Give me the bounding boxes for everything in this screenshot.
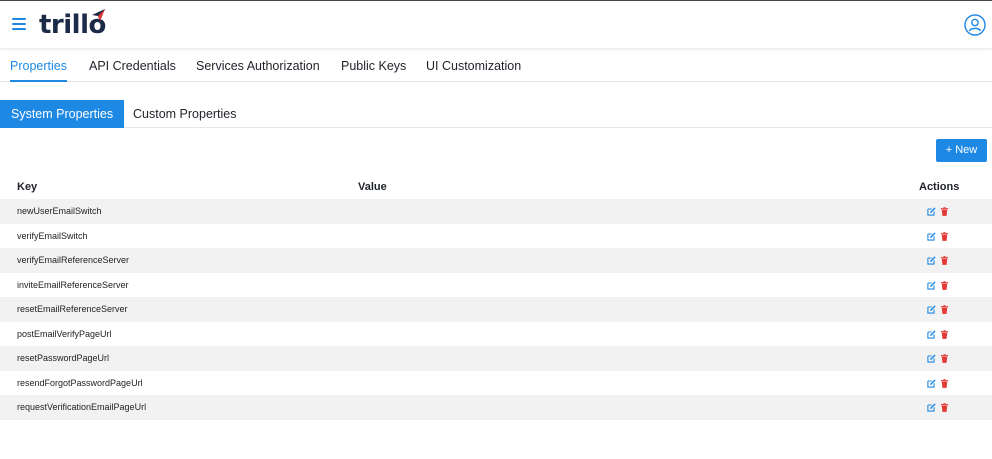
new-button[interactable]: + New [936, 139, 987, 162]
table-header: Key Value Actions [0, 175, 992, 199]
top-bar: trillo [0, 0, 992, 48]
row-key: newUserEmailSwitch [17, 206, 102, 216]
menu-icon[interactable] [12, 18, 26, 30]
table-row: resetPasswordPageUrl [0, 346, 992, 371]
edit-icon[interactable] [927, 231, 936, 241]
table-row: verifyEmailSwitch [0, 224, 992, 249]
subtab-system-properties[interactable]: System Properties [0, 100, 125, 128]
table-row: requestVerificationEmailPageUrl [0, 395, 992, 420]
edit-icon[interactable] [927, 207, 936, 216]
trash-icon[interactable] [940, 403, 949, 412]
paper-plane-icon [92, 9, 105, 21]
trash-icon[interactable] [940, 354, 949, 363]
edit-icon[interactable] [927, 403, 936, 412]
edit-icon[interactable] [927, 305, 936, 314]
row-key: requestVerificationEmailPageUrl [17, 402, 147, 412]
edit-icon[interactable] [927, 256, 936, 265]
table-row: verifyEmailReferenceServer [0, 248, 992, 273]
table-row: postEmailVerifyPageUrl [0, 322, 992, 347]
tab-ui-customization[interactable]: UI Customization [426, 48, 521, 82]
column-header-actions: Actions [919, 181, 960, 193]
row-key: resetPasswordPageUrl [17, 353, 110, 363]
trash-icon[interactable] [940, 207, 949, 216]
edit-icon[interactable] [927, 354, 936, 363]
table-row: resendForgotPasswordPageUrl [0, 371, 992, 396]
row-key: resetEmailReferenceServer [17, 304, 128, 314]
table-row: newUserEmailSwitch [0, 199, 992, 224]
tab-services-authorization[interactable]: Services Authorization [196, 48, 320, 82]
table-row: inviteEmailReferenceServer [0, 273, 992, 298]
tab-properties[interactable]: Properties [10, 48, 67, 82]
trash-icon[interactable] [940, 305, 949, 314]
subtab-custom-properties[interactable]: Custom Properties [133, 100, 237, 128]
table-row: resetEmailReferenceServer [0, 297, 992, 322]
trash-icon[interactable] [940, 256, 949, 265]
row-key: inviteEmailReferenceServer [17, 279, 129, 290]
row-key: verifyEmailSwitch [17, 230, 88, 241]
trash-icon[interactable] [940, 378, 949, 388]
trash-icon[interactable] [940, 280, 949, 290]
main-tabs: Properties API Credentials Services Auth… [0, 48, 992, 82]
row-key: postEmailVerifyPageUrl [17, 328, 112, 339]
tab-api-credentials[interactable]: API Credentials [89, 48, 176, 82]
column-header-value: Value [358, 181, 387, 193]
trash-icon[interactable] [940, 329, 949, 339]
column-header-key: Key [17, 181, 38, 193]
sub-tabs: System Properties Custom Properties [0, 100, 992, 128]
edit-icon[interactable] [927, 378, 936, 388]
edit-icon[interactable] [927, 329, 936, 339]
user-avatar-icon[interactable] [964, 14, 986, 36]
logo[interactable]: trillo [39, 9, 106, 41]
row-key: verifyEmailReferenceServer [17, 255, 130, 265]
row-key: resendForgotPasswordPageUrl [17, 377, 143, 388]
trash-icon[interactable] [940, 231, 949, 241]
edit-icon[interactable] [927, 280, 936, 290]
tab-public-keys[interactable]: Public Keys [341, 48, 406, 82]
